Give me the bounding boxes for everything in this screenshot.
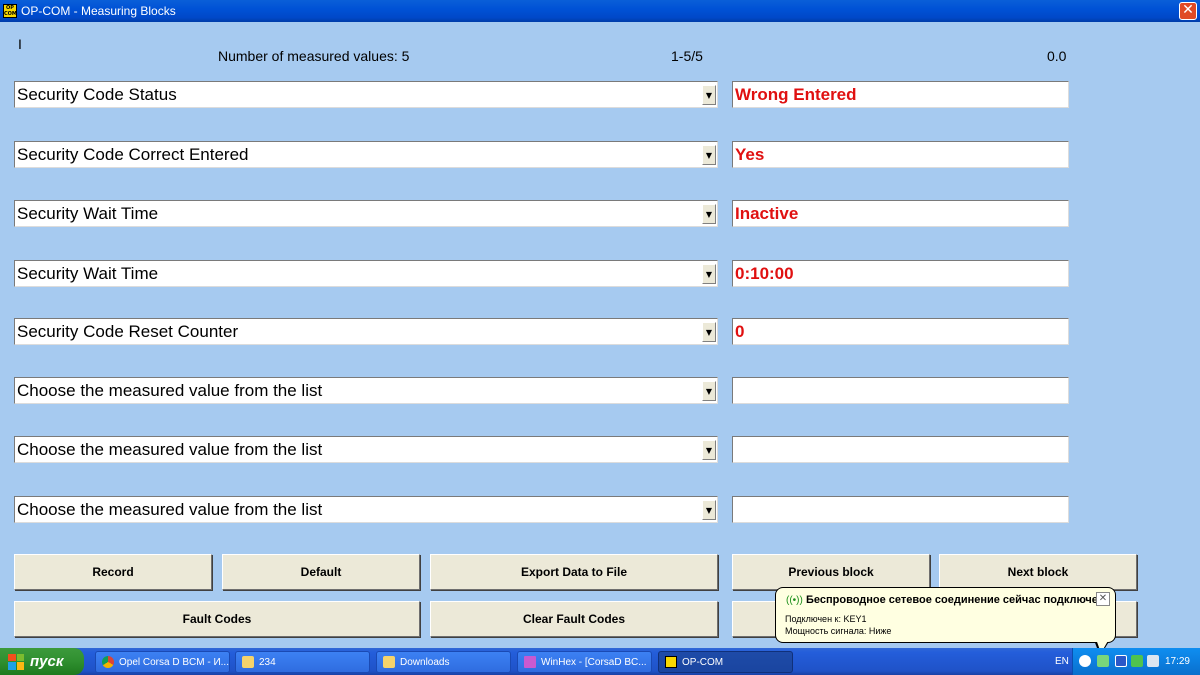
value-text: Inactive [735, 204, 799, 223]
taskbar-item-winhex[interactable]: WinHex - [CorsaD BC... [517, 651, 652, 673]
measured-value-select-6[interactable]: Choose the measured value from the list … [14, 377, 718, 404]
chevron-down-icon[interactable]: ▼ [702, 322, 716, 342]
next-block-button[interactable]: Next block [939, 554, 1137, 590]
select-label: Security Code Status [17, 85, 177, 104]
select-label: Security Wait Time [17, 204, 159, 223]
wireless-signal-icon: ((•)) [786, 595, 803, 606]
measured-value-select-2[interactable]: Security Code Correct Entered ▼ [14, 141, 718, 168]
system-tray: 17:29 [1072, 648, 1200, 675]
measured-value-output-2: Yes [732, 141, 1069, 168]
measured-value-output-3: Inactive [732, 200, 1069, 227]
notification-title: Беспроводное сетевое соединение сейчас п… [806, 594, 1105, 606]
block-range: 1-5/5 [671, 48, 703, 64]
select-label: Security Code Correct Entered [17, 145, 249, 164]
expand-tray-icon[interactable] [1079, 655, 1091, 667]
wireless-tray-icon[interactable] [1097, 655, 1109, 667]
window-title: OP-COM - Measuring Blocks [21, 4, 176, 18]
opcom-app-icon: OP COM [3, 4, 17, 18]
measured-value-select-8[interactable]: Choose the measured value from the list … [14, 496, 718, 523]
measured-value-output-8 [732, 496, 1069, 523]
monitor-tray-icon[interactable] [1147, 655, 1159, 667]
text-cursor: I [18, 36, 22, 52]
default-button[interactable]: Default [222, 554, 420, 590]
task-label: Opel Corsa D BCM - И... [119, 656, 229, 668]
measured-value-output-1: Wrong Entered [732, 81, 1069, 108]
chevron-down-icon[interactable]: ▼ [702, 85, 716, 105]
select-label: Security Code Reset Counter [17, 322, 239, 341]
select-label: Choose the measured value from the list [17, 381, 323, 400]
taskbar: пуск Opel Corsa D BCM - И... 234 Downloa… [0, 648, 1200, 675]
chevron-down-icon[interactable]: ▼ [702, 264, 716, 284]
chrome-icon [102, 656, 114, 668]
taskbar-item-folder-234[interactable]: 234 [235, 651, 370, 673]
close-icon[interactable]: ✕ [1096, 592, 1110, 606]
measured-value-select-3[interactable]: Security Wait Time ▼ [14, 200, 718, 227]
value-text: Yes [735, 145, 765, 164]
select-label: Choose the measured value from the list [17, 500, 323, 519]
folder-icon [242, 656, 254, 668]
taskbar-item-opcom[interactable]: OP-COM [658, 651, 793, 673]
clock: 17:29 [1164, 656, 1190, 667]
taskbar-item-chrome[interactable]: Opel Corsa D BCM - И... [95, 651, 230, 673]
measured-value-select-7[interactable]: Choose the measured value from the list … [14, 436, 718, 463]
task-label: OP-COM [682, 656, 724, 668]
start-button[interactable]: пуск [0, 648, 84, 675]
security-tray-icon[interactable] [1131, 655, 1143, 667]
taskbar-item-downloads[interactable]: Downloads [376, 651, 511, 673]
task-label: WinHex - [CorsaD BC... [541, 656, 647, 668]
chevron-down-icon[interactable]: ▼ [702, 204, 716, 224]
measured-values-count: Number of measured values: 5 [218, 48, 410, 64]
value-text: 0:10:00 [735, 264, 794, 283]
start-label: пуск [30, 653, 64, 670]
fault-codes-button[interactable]: Fault Codes [14, 601, 420, 637]
select-label: Security Wait Time [17, 264, 159, 283]
value-text: 0 [735, 322, 745, 341]
measured-value-select-4[interactable]: Security Wait Time ▼ [14, 260, 718, 287]
measured-value-output-7 [732, 436, 1069, 463]
wireless-notification-balloon[interactable]: ((•)) Беспроводное сетевое соединение се… [775, 587, 1116, 643]
chevron-down-icon[interactable]: ▼ [702, 500, 716, 520]
task-label: Downloads [400, 656, 450, 668]
notification-line-2: Мощность сигнала: Ниже [785, 626, 892, 636]
value-text: Wrong Entered [735, 85, 857, 104]
measured-value-output-6 [732, 377, 1069, 404]
chevron-down-icon[interactable]: ▼ [702, 381, 716, 401]
measured-value-select-1[interactable]: Security Code Status ▼ [14, 81, 718, 108]
windows-logo-icon [8, 653, 24, 670]
measured-value-select-5[interactable]: Security Code Reset Counter ▼ [14, 318, 718, 345]
opcom-icon [665, 656, 677, 668]
notification-line-1: Подключен к: KEY1 [785, 614, 867, 624]
winhex-icon [524, 656, 536, 668]
export-data-button[interactable]: Export Data to File [430, 554, 718, 590]
chevron-down-icon[interactable]: ▼ [702, 440, 716, 460]
elapsed-time: 0.0 [1047, 48, 1067, 64]
close-icon[interactable]: ✕ [1179, 2, 1197, 20]
select-label: Choose the measured value from the list [17, 440, 323, 459]
previous-block-button[interactable]: Previous block [732, 554, 930, 590]
folder-icon [383, 656, 395, 668]
device-tray-icon[interactable] [1115, 655, 1127, 667]
chevron-down-icon[interactable]: ▼ [702, 145, 716, 165]
task-label: 234 [259, 656, 276, 668]
measured-value-output-5: 0 [732, 318, 1069, 345]
title-bar: OP COM OP-COM - Measuring Blocks ✕ [0, 0, 1200, 22]
clear-fault-codes-button[interactable]: Clear Fault Codes [430, 601, 718, 637]
measured-value-output-4: 0:10:00 [732, 260, 1069, 287]
record-button[interactable]: Record [14, 554, 212, 590]
language-indicator[interactable]: EN [1055, 656, 1069, 667]
